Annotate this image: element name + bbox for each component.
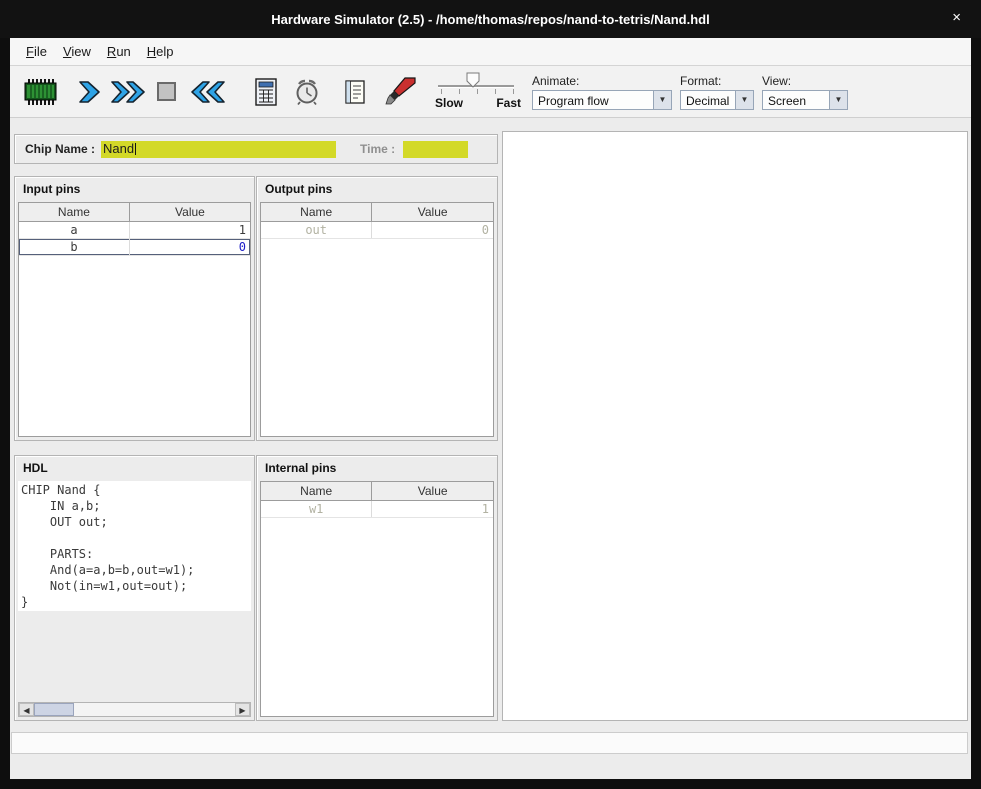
scroll-right-icon[interactable]: ▶ (235, 703, 250, 716)
clock-button[interactable] (292, 77, 322, 107)
rewind-icon (189, 79, 227, 105)
clear-button[interactable] (384, 76, 418, 108)
input-pins-panel: Input pins Name Value a 1 b 0 (14, 176, 255, 441)
animate-control: Animate: Program flow ▼ (532, 74, 672, 110)
hdl-panel: HDL CHIP Nand { IN a,b; OUT out; PARTS: … (14, 455, 255, 721)
pin-name: out (261, 222, 372, 238)
hdl-horizontal-scrollbar[interactable]: ◀ ▶ (18, 702, 251, 717)
pin-name: b (19, 239, 130, 255)
internal-pins-panel: Internal pins Name Value w1 1 (256, 455, 498, 721)
input-pins-title: Input pins (15, 177, 254, 199)
pin-name: w1 (261, 501, 372, 517)
load-chip-button[interactable] (22, 77, 58, 107)
scroll-left-icon[interactable]: ◀ (19, 703, 34, 716)
format-label: Format: (680, 74, 754, 88)
table-row: out 0 (261, 222, 493, 239)
pin-name: a (19, 222, 130, 238)
slider-ticks (441, 89, 514, 94)
text-caret (135, 143, 136, 155)
column-header-name: Name (261, 482, 372, 500)
internal-pins-table: Name Value w1 1 (260, 481, 494, 717)
slider-fast-label: Fast (496, 96, 521, 110)
titlebar: Hardware Simulator (2.5) - /home/thomas/… (0, 0, 981, 38)
column-header-value: Value (372, 203, 493, 221)
run-button[interactable] (108, 78, 148, 106)
slider-slow-label: Slow (435, 96, 463, 110)
pin-value[interactable]: 0 (130, 239, 250, 255)
column-header-value: Value (130, 203, 250, 221)
chip-icon (23, 78, 57, 106)
eval-button[interactable] (252, 77, 280, 107)
fast-forward-icon (109, 79, 147, 105)
view-control: View: Screen ▼ (762, 74, 848, 110)
single-step-icon (75, 79, 103, 105)
clock-icon (293, 78, 321, 106)
time-label: Time : (360, 142, 395, 156)
notebook-icon (343, 79, 367, 105)
single-step-button[interactable] (74, 78, 104, 106)
menu-file[interactable]: File (18, 41, 55, 62)
menubar: File View Run Help (10, 38, 971, 66)
pin-value: 1 (372, 501, 493, 517)
column-header-value: Value (372, 482, 493, 500)
stop-icon (155, 80, 179, 104)
format-select[interactable]: Decimal ▼ (680, 90, 754, 110)
table-row-selected: b 0 (19, 239, 250, 256)
column-header-name: Name (261, 203, 372, 221)
chevron-down-icon[interactable]: ▼ (735, 91, 753, 109)
animate-label: Animate: (532, 74, 672, 88)
output-pins-table: Name Value out 0 (260, 202, 494, 437)
view-label: View: (762, 74, 848, 88)
scrollbar-thumb[interactable] (34, 703, 74, 716)
input-pins-table: Name Value a 1 b 0 (18, 202, 251, 437)
menu-view[interactable]: View (55, 41, 99, 62)
status-bar (11, 732, 968, 754)
reset-button[interactable] (188, 78, 228, 106)
slider-thumb[interactable] (466, 72, 480, 88)
table-row: w1 1 (261, 501, 493, 518)
pin-value[interactable]: 1 (130, 222, 250, 238)
hdl-title: HDL (15, 456, 254, 478)
scrollbar-track[interactable] (34, 703, 235, 716)
time-input[interactable] (403, 141, 468, 158)
brush-icon (385, 77, 417, 107)
menu-run[interactable]: Run (99, 41, 139, 62)
table-row: a 1 (19, 222, 250, 239)
stop-button[interactable] (154, 79, 180, 105)
chevron-down-icon[interactable]: ▼ (829, 91, 847, 109)
speed-slider[interactable]: Slow Fast (438, 71, 516, 113)
column-header-name: Name (19, 203, 130, 221)
toolbar: Slow Fast Animate: Program flow ▼ Format… (10, 66, 971, 118)
chip-name-bar: Chip Name : Nand Time : (14, 134, 498, 164)
close-icon[interactable]: × (952, 10, 961, 25)
hdl-code[interactable]: CHIP Nand { IN a,b; OUT out; PARTS: And(… (18, 481, 251, 611)
script-button[interactable] (342, 78, 368, 106)
menu-help[interactable]: Help (139, 41, 182, 62)
screen-view (502, 131, 968, 721)
animate-select[interactable]: Program flow ▼ (532, 90, 672, 110)
chip-name-label: Chip Name : (25, 142, 95, 156)
content-area: Chip Name : Nand Time : Input pins Name … (10, 118, 971, 779)
calculator-icon (253, 78, 279, 106)
main-window: File View Run Help (10, 38, 971, 779)
pin-value: 0 (372, 222, 493, 238)
format-control: Format: Decimal ▼ (680, 74, 754, 110)
chevron-down-icon[interactable]: ▼ (653, 91, 671, 109)
internal-pins-title: Internal pins (257, 456, 497, 478)
output-pins-panel: Output pins Name Value out 0 (256, 176, 498, 441)
view-select[interactable]: Screen ▼ (762, 90, 848, 110)
chip-name-input[interactable]: Nand (101, 141, 336, 158)
output-pins-title: Output pins (257, 177, 497, 199)
window-title: Hardware Simulator (2.5) - /home/thomas/… (271, 12, 709, 27)
